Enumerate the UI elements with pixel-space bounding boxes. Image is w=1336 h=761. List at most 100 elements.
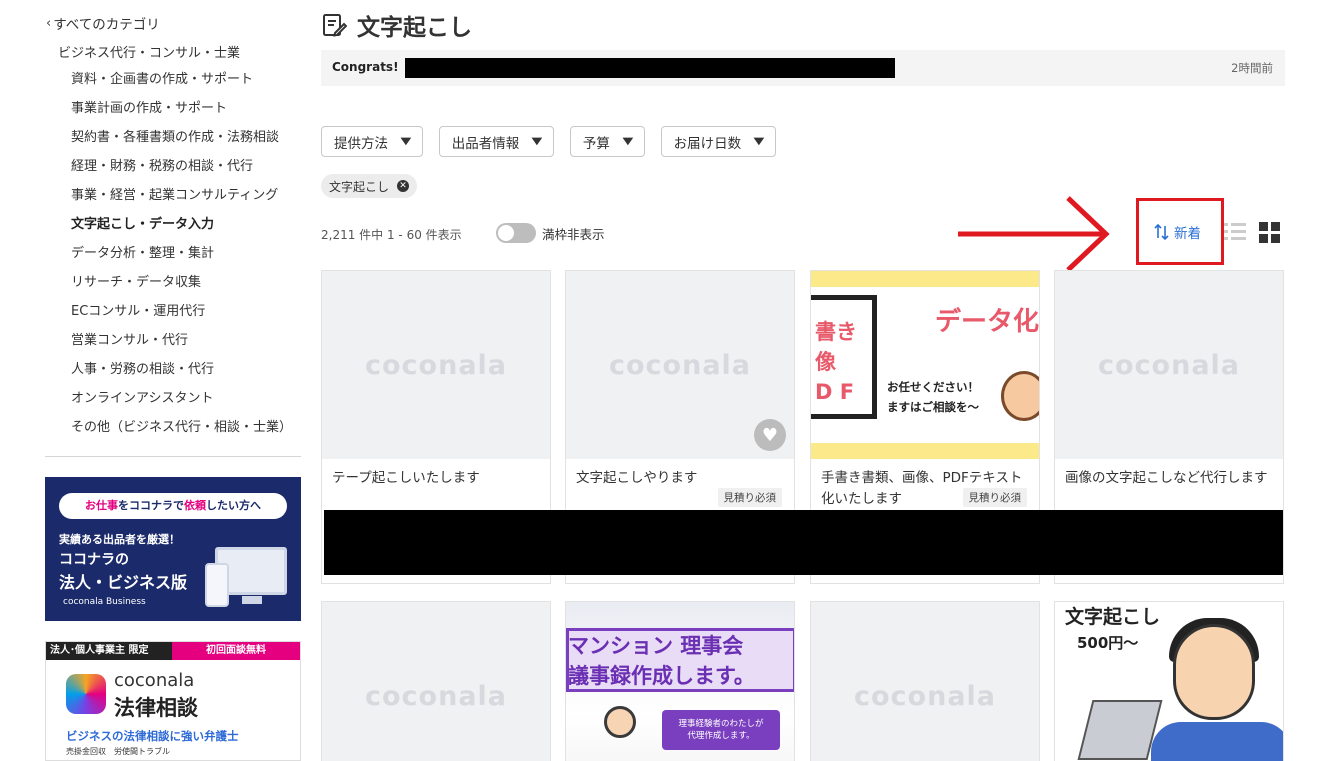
legal-subtitle: ビジネスの法律相談に強い弁護士	[66, 729, 239, 743]
chevron-down-icon: ▼	[400, 136, 412, 147]
card-title[interactable]: テープ起こしいたします	[322, 459, 550, 489]
banner-line1: 実績ある出品者を厳選！	[59, 533, 180, 546]
chevron-down-icon: ▼	[753, 136, 765, 147]
result-count: 2,211 件中 1 - 60 件表示	[321, 228, 462, 242]
person-illustration	[1151, 722, 1283, 761]
placeholder-watermark: coconala	[853, 680, 997, 712]
subcategory-item[interactable]: その他（ビジネス代行・相談・士業）	[71, 419, 292, 448]
subcategory-item-active[interactable]: 文字起こし・データ入力	[71, 216, 292, 245]
all-categories-link[interactable]: ‹ すべてのカテゴリ	[46, 13, 160, 34]
sort-button[interactable]: 新着	[1154, 222, 1201, 242]
thumb-text: 500円～	[1077, 634, 1139, 652]
thumb-band	[811, 271, 1039, 287]
list-view-icon[interactable]	[1224, 222, 1246, 242]
banner-line3: 法人・ビジネス版	[59, 573, 188, 592]
subcategory-item[interactable]: 事業計画の作成・サポート	[71, 100, 292, 129]
filter-label: 提供方法	[334, 135, 388, 152]
placeholder-watermark: coconala	[608, 349, 752, 381]
subcategory-item[interactable]: オンラインアシスタント	[71, 390, 292, 419]
sort-icon	[1154, 223, 1169, 241]
thumb-text: 議事録作成します。	[568, 664, 755, 688]
card-thumbnail: coconala	[322, 602, 550, 761]
card-thumbnail: coconala	[322, 271, 550, 459]
filter-label: お届け日数	[673, 135, 742, 152]
quote-required-badge: 見積り必須	[717, 488, 782, 507]
card-thumbnail: coconala ♥	[566, 271, 794, 459]
filter-budget[interactable]: 予算 ▼	[569, 126, 645, 157]
toggle-knob	[498, 225, 514, 241]
toggle-switch[interactable]	[496, 223, 536, 243]
filter-label: 予算	[582, 135, 610, 152]
filter-delivery-days[interactable]: お届け日数 ▼	[660, 126, 776, 157]
subcategory-item[interactable]: 経理・財務・税務の相談・代行	[71, 158, 292, 187]
thumb-band	[811, 443, 1039, 459]
subcategory-item[interactable]: 営業コンサル・代行	[71, 332, 292, 361]
category-sidebar: ‹ すべてのカテゴリ ビジネス代行・コンサル・士業 資料・企画書の作成・サポート…	[0, 0, 310, 761]
thumb-text: お任せください！ ますはご相談を～	[887, 380, 979, 414]
thumb-text: マンション 理事会	[568, 634, 744, 658]
subcategory-item[interactable]: データ分析・整理・集計	[71, 245, 292, 274]
parent-category-link[interactable]: ビジネス代行・コンサル・士業	[58, 42, 240, 61]
subcategory-item[interactable]: 人事・労務の相談・代行	[71, 361, 292, 390]
placeholder-watermark: coconala	[364, 349, 508, 381]
person-illustration	[604, 706, 636, 738]
thumb-text: 文字起こし	[1065, 606, 1161, 628]
filter-delivery-method[interactable]: 提供方法 ▼	[321, 126, 423, 157]
active-filter-chip[interactable]: 文字起こし ✕	[321, 174, 418, 198]
quote-required-badge: 見積り必須	[962, 488, 1027, 507]
grid-view-icon[interactable]	[1259, 222, 1280, 243]
subcategory-item[interactable]: リサーチ・データ収集	[71, 274, 292, 303]
favorite-heart-icon[interactable]: ♥	[754, 419, 786, 451]
service-card[interactable]: coconala	[810, 601, 1040, 761]
hide-full-toggle[interactable]: 満枠非表示	[496, 223, 605, 243]
service-card[interactable]: マンション 理事会 議事録作成します。 理事経験者のわたしが 代理作成します。	[565, 601, 795, 761]
redacted-region	[324, 510, 1283, 575]
subcategory-item[interactable]: 資料・企画書の作成・サポート	[71, 71, 292, 100]
card-title[interactable]: 文字起こしやります	[566, 459, 794, 489]
thumb-text: 書き像 D F	[815, 320, 857, 404]
chevron-left-icon: ‹	[46, 15, 52, 31]
legal-banner[interactable]: 法人･個人事業主 限定 初回面談無料 coconala 法律相談 ビジネスの法律…	[45, 641, 301, 761]
toggle-label: 満枠非表示	[542, 226, 605, 242]
redacted-text	[405, 58, 895, 78]
placeholder-watermark: coconala	[364, 680, 508, 712]
phone-illustration	[205, 563, 229, 607]
page-title-text: 文字起こし	[357, 15, 472, 41]
thumb-text: データ化	[935, 307, 1040, 337]
service-card[interactable]: 文字起こし 500円～	[1054, 601, 1284, 761]
notification-time: 2時間前	[1231, 61, 1273, 75]
subcategory-item[interactable]: ECコンサル・運用代行	[71, 303, 292, 332]
sidebar-divider	[45, 456, 301, 457]
subcategory-list: 資料・企画書の作成・サポート 事業計画の作成・サポート 契約書・各種書類の作成・…	[71, 71, 292, 448]
legal-small-text: 売掛金回収 労使間トラブル	[66, 747, 170, 756]
person-illustration	[1173, 624, 1255, 720]
card-thumbnail: coconala	[1055, 271, 1283, 459]
character-illustration	[1001, 371, 1039, 421]
placeholder-watermark: coconala	[1097, 349, 1241, 381]
legal-title: 法律相談	[114, 696, 198, 720]
card-thumbnail: 書き像 D F データ化 お任せください！ ますはご相談を～	[811, 271, 1039, 459]
filter-seller-info[interactable]: 出品者情報 ▼	[438, 126, 554, 157]
card-thumbnail: coconala	[811, 602, 1039, 761]
banner-pill: お仕事をココナラで依頼したい方へ	[59, 493, 287, 519]
notification-bar[interactable]: Congrats! 2時間前	[321, 50, 1285, 86]
business-banner[interactable]: お仕事をココナラで依頼したい方へ 実績ある出品者を厳選！ ココナラの 法人・ビジ…	[45, 477, 301, 621]
coconala-logo-icon	[66, 674, 106, 714]
subcategory-item[interactable]: 契約書・各種書類の作成・法務相談	[71, 129, 292, 158]
legal-banner-tags: 法人･個人事業主 限定 初回面談無料	[46, 642, 300, 660]
banner-brand: coconala Business	[63, 597, 146, 607]
edit-document-icon	[323, 14, 347, 37]
service-card[interactable]: coconala	[321, 601, 551, 761]
sort-label: 新着	[1174, 226, 1201, 242]
notification-label: Congrats!	[332, 60, 399, 74]
subcategory-item[interactable]: 事業・経営・起業コンサルティング	[71, 187, 292, 216]
chevron-down-icon: ▼	[622, 136, 634, 147]
close-icon[interactable]: ✕	[397, 180, 410, 192]
page-title: 文字起こし	[321, 8, 472, 42]
chip-label: 文字起こし	[329, 179, 390, 194]
card-thumbnail: マンション 理事会 議事録作成します。 理事経験者のわたしが 代理作成します。	[566, 602, 794, 761]
laptop-illustration	[1077, 700, 1163, 760]
filter-label: 出品者情報	[451, 135, 520, 152]
annotation-arrow-icon	[958, 196, 1110, 272]
card-title[interactable]: 画像の文字起こしなど代行します	[1055, 459, 1283, 489]
